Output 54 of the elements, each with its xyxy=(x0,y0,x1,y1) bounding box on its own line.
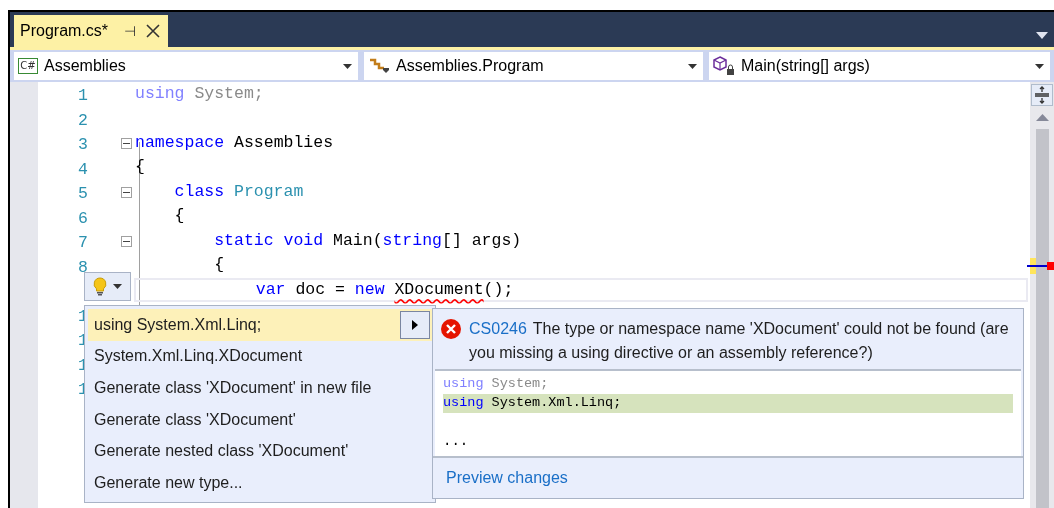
error-icon xyxy=(441,319,461,339)
caret-icon xyxy=(688,63,697,69)
class-icon xyxy=(368,57,390,75)
scroll-up-icon[interactable] xyxy=(1035,114,1049,121)
minus-icon xyxy=(123,191,130,193)
code-line: static void Main(string[] args) xyxy=(214,229,522,252)
pin-button[interactable]: ⊣ xyxy=(124,20,137,42)
code-line: var doc = new XDocument(); xyxy=(255,278,514,301)
scrollbar-thumb[interactable] xyxy=(1035,129,1049,508)
code-line: { xyxy=(174,205,185,228)
line-number: 8 xyxy=(77,256,88,276)
ellipsis-text: ... xyxy=(443,432,470,451)
quick-action-item[interactable]: using System.Xml.Linq; xyxy=(88,309,432,341)
quick-action-item[interactable]: System.Xml.Linq.XDocument xyxy=(88,340,432,373)
caret-icon xyxy=(113,284,122,289)
project-icon: C# xyxy=(18,58,38,74)
line-number: 5 xyxy=(77,183,88,203)
navigation-dropdown[interactable]: C# Assemblies xyxy=(14,52,358,80)
line-number: 4 xyxy=(77,158,88,178)
line-number: 1 xyxy=(77,85,88,105)
scrollbar-markers xyxy=(1027,258,1054,274)
quick-actions-button[interactable] xyxy=(84,272,131,301)
cube-icon xyxy=(713,56,735,76)
split-window-button[interactable] xyxy=(1031,84,1053,106)
line-number: 3 xyxy=(77,134,88,154)
code-line: { xyxy=(135,156,145,179)
collapse-toggle[interactable] xyxy=(121,186,132,198)
preview-code-line: using System; xyxy=(443,375,550,394)
document-tab[interactable]: Program.cs* ⊣ xyxy=(14,15,169,47)
line-number: 2 xyxy=(77,109,88,129)
error-code-link[interactable]: CS0246 xyxy=(469,320,527,337)
quick-action-item[interactable]: Generate class 'XDocument' xyxy=(88,403,432,436)
tab-list-dropdown-icon[interactable] xyxy=(1036,32,1048,39)
quick-action-item[interactable]: Generate new type... xyxy=(88,466,432,499)
navigation-dropdown[interactable]: Assemblies.Program xyxy=(364,52,703,80)
preview-changes-link[interactable]: Preview changes xyxy=(446,469,568,486)
caret-icon xyxy=(1035,63,1044,69)
minus-icon xyxy=(123,240,130,242)
code-line: { xyxy=(214,254,225,277)
quick-action-item[interactable]: Generate class 'XDocument' in new file xyxy=(88,372,432,404)
collapse-toggle[interactable] xyxy=(121,137,132,149)
minus-icon xyxy=(123,142,130,144)
code-line: class Program xyxy=(174,180,304,203)
code-line: namespace Assemblies xyxy=(135,131,334,154)
lightbulb-icon xyxy=(93,277,107,296)
code-line: using System; xyxy=(135,82,264,105)
line-number: 6 xyxy=(77,207,88,227)
quick-action-item[interactable]: Generate nested class 'XDocument' xyxy=(88,435,432,467)
navigation-dropdown[interactable]: Main(string[] args) xyxy=(709,52,1050,80)
collapse-toggle[interactable] xyxy=(121,235,132,247)
error-message: CS0246 The type or namespace name 'XDocument' could not be found (are you missing a using directive or an assembly reference?) xyxy=(469,319,1010,363)
close-icon[interactable] xyxy=(146,24,161,38)
caret-icon xyxy=(343,63,352,69)
line-number: 7 xyxy=(77,232,88,252)
